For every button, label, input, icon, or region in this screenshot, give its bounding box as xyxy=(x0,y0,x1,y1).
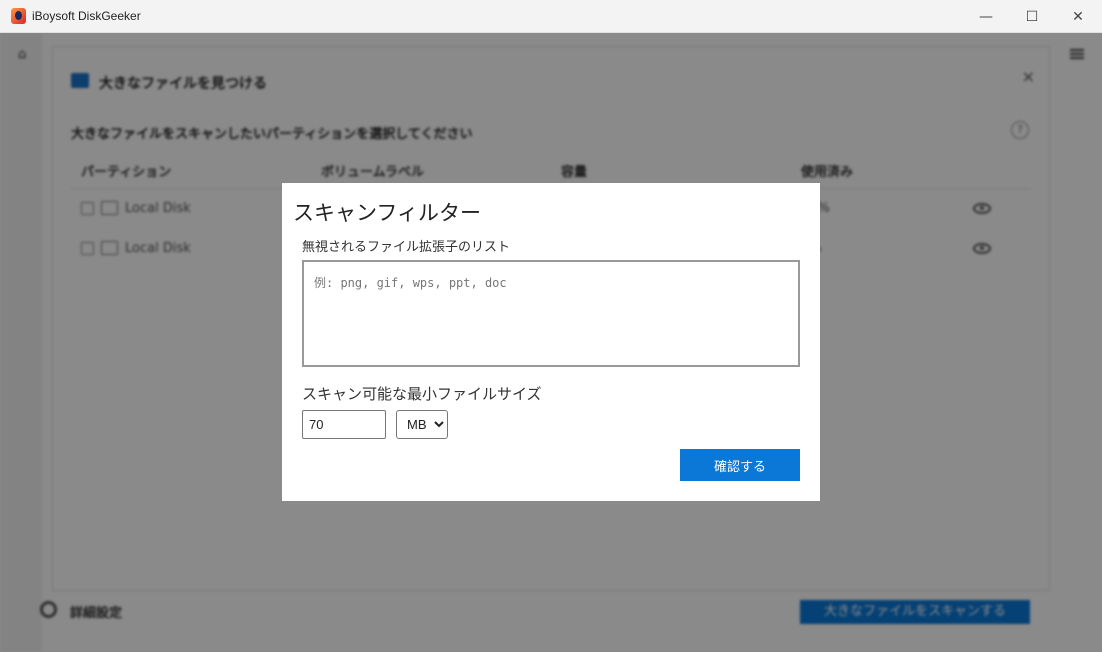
main-area: ⌂ 大きなファイルを見つける × 大きなファイルをスキャンしたいパーティションを… xyxy=(0,33,1102,652)
confirm-button[interactable]: 確認する xyxy=(680,449,800,481)
window-title: iBoysoft DiskGeeker xyxy=(32,9,141,23)
min-file-size-input[interactable] xyxy=(302,410,386,439)
maximize-button[interactable]: ☐ xyxy=(1009,0,1055,33)
ignored-extensions-input[interactable] xyxy=(302,260,800,367)
scan-filter-dialog: スキャンフィルター 無視されるファイル拡張子のリスト スキャン可能な最小ファイル… xyxy=(282,183,820,501)
size-unit-select[interactable]: MB xyxy=(396,410,448,439)
min-file-size-label: スキャン可能な最小ファイルサイズ xyxy=(302,385,542,403)
close-window-button[interactable]: ✕ xyxy=(1055,0,1101,33)
dialog-title: スキャンフィルター xyxy=(293,201,481,225)
title-bar: iBoysoft DiskGeeker — ☐ ✕ xyxy=(0,0,1102,33)
ignored-extensions-label: 無視されるファイル拡張子のリスト xyxy=(302,240,511,255)
minimize-button[interactable]: — xyxy=(963,0,1009,33)
app-logo-icon xyxy=(11,8,26,24)
